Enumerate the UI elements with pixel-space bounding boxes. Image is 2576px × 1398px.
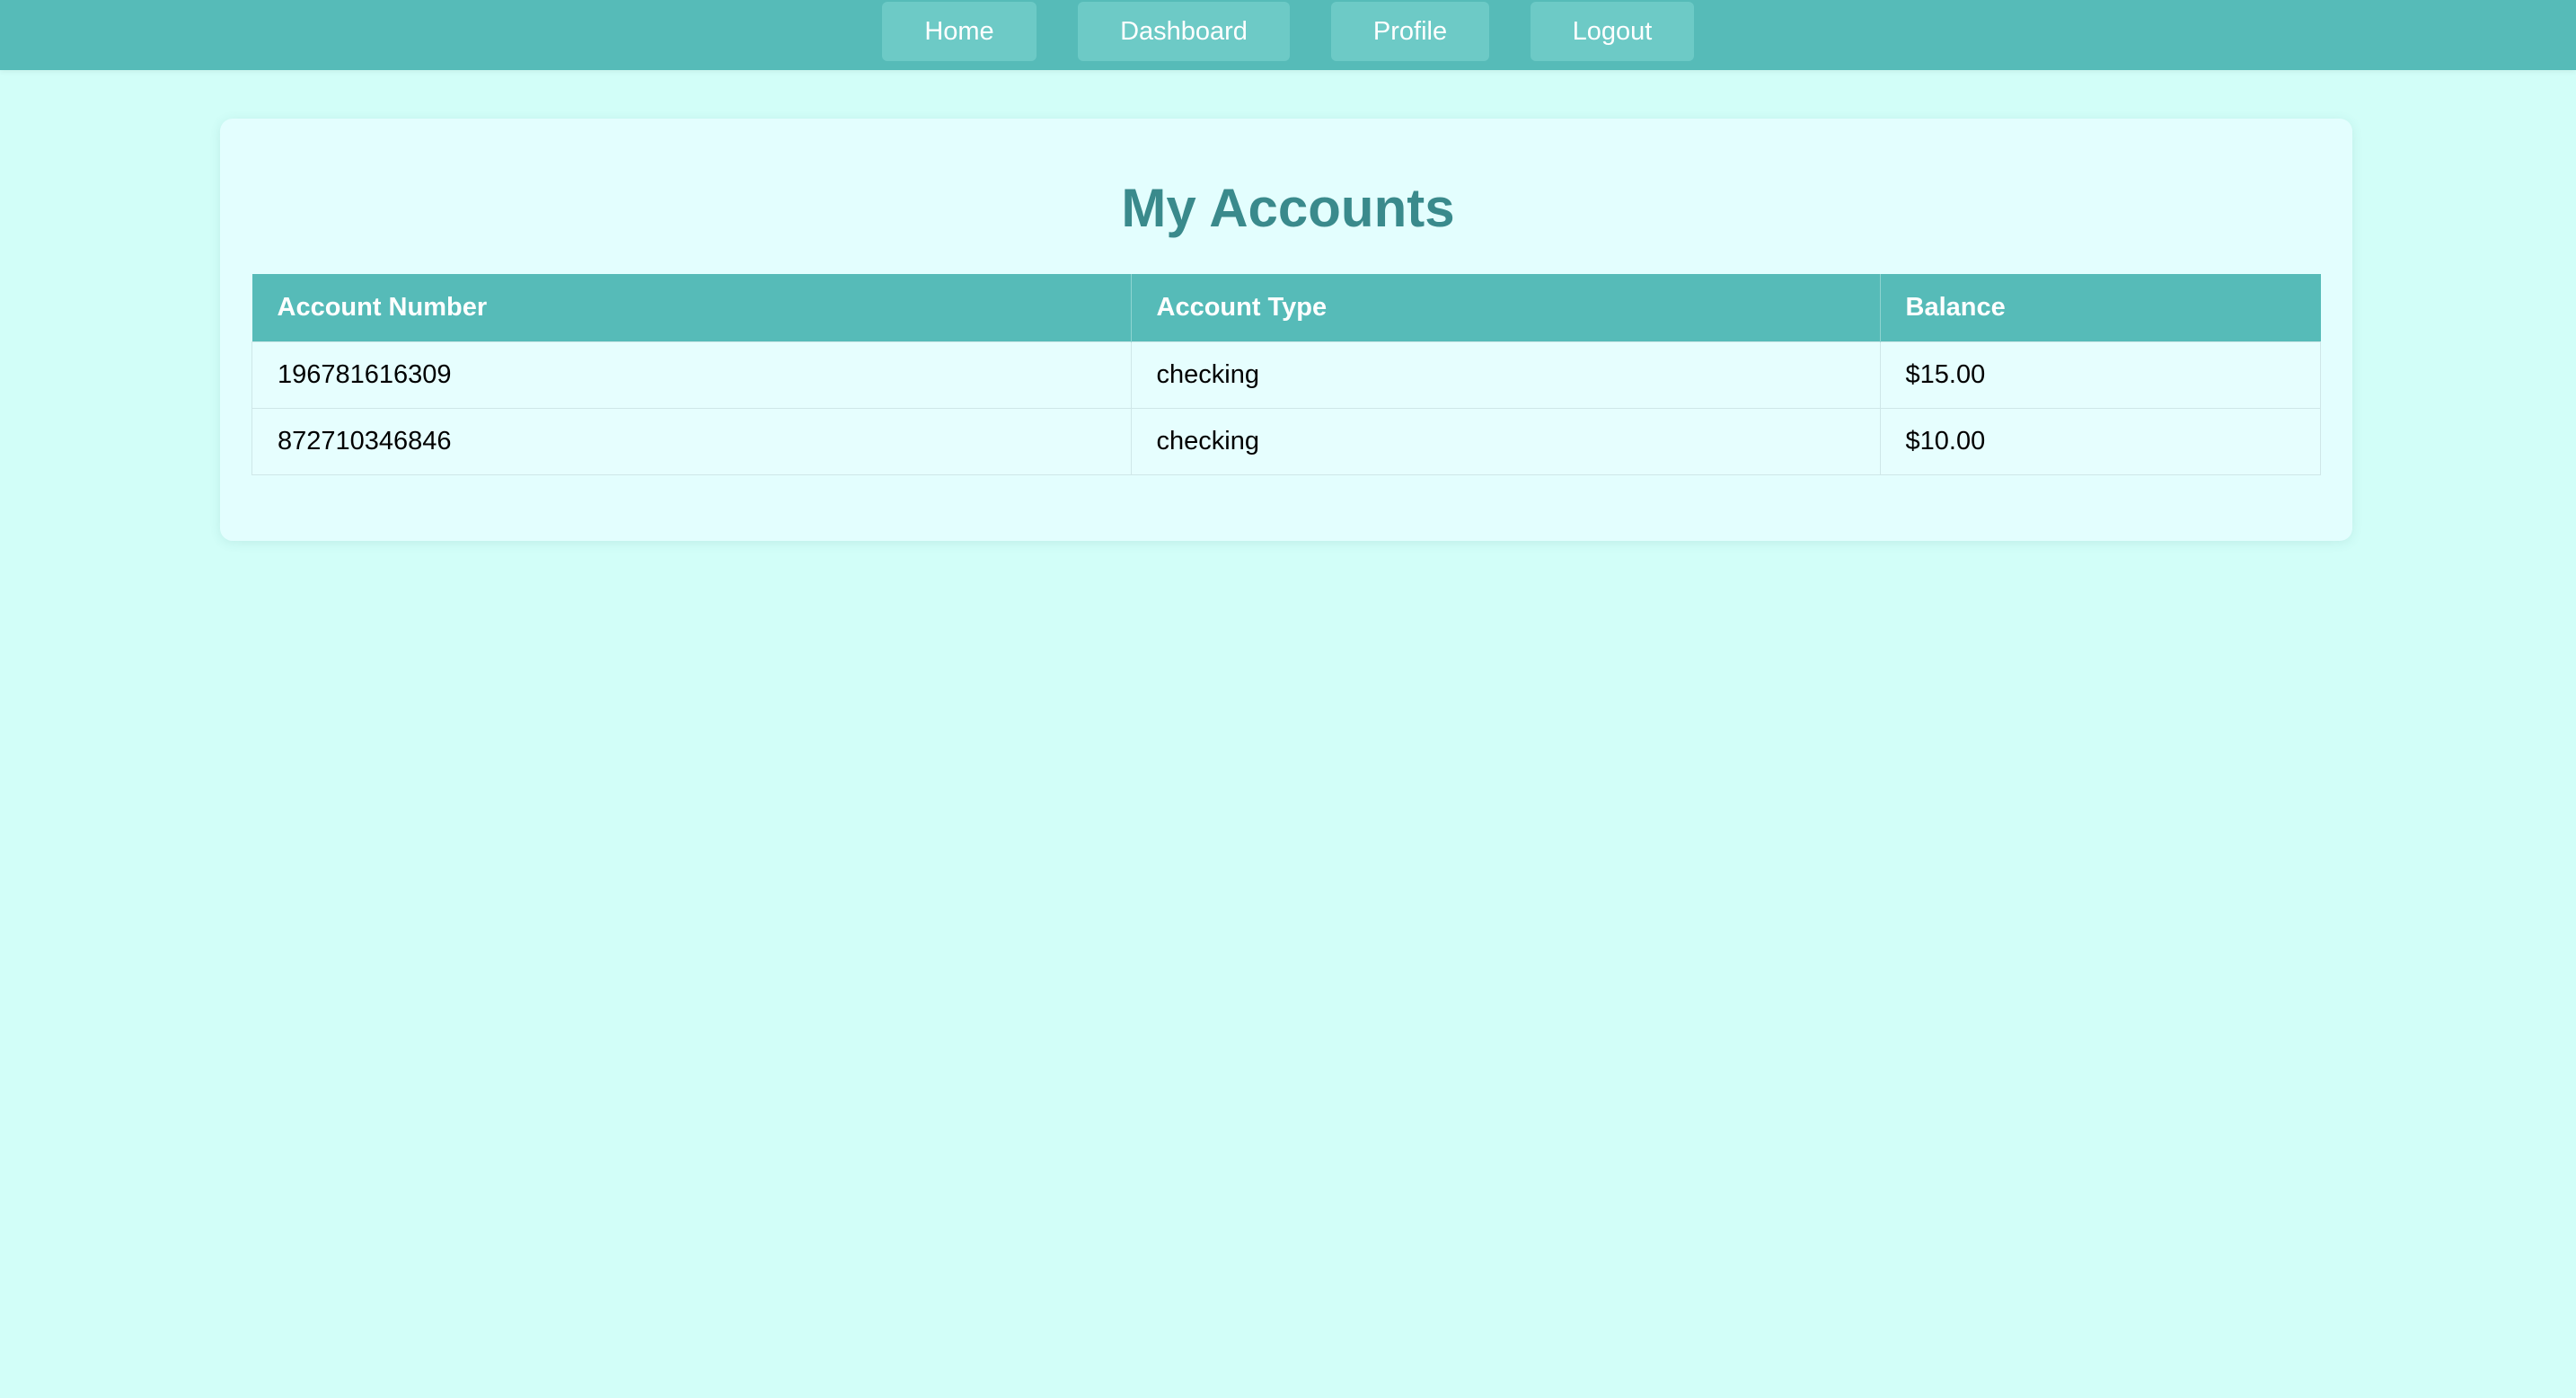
accounts-table: Account Number Account Type Balance 1967… [251, 274, 2321, 475]
page-title: My Accounts [1121, 178, 1455, 238]
column-header-balance: Balance [1880, 274, 2321, 342]
table-row: 872710346846 checking $10.00 [251, 408, 2321, 475]
account-type-cell: checking [1130, 341, 1881, 409]
nav-button-group: Home Dashboard Profile Logout [0, 2, 2576, 61]
profile-button[interactable]: Profile [1331, 2, 1489, 61]
account-type-cell: checking [1130, 408, 1881, 475]
account-number-cell: 196781616309 [251, 341, 1132, 409]
top-navbar: Home Dashboard Profile Logout [0, 0, 2576, 70]
account-number-cell: 872710346846 [251, 408, 1132, 475]
balance-cell: $10.00 [1879, 408, 2321, 475]
table-header-row: Account Number Account Type Balance [251, 274, 2321, 342]
column-header-account-type: Account Type [1131, 274, 1881, 342]
home-button[interactable]: Home [882, 2, 1037, 61]
table-header: Account Number Account Type Balance [251, 274, 2321, 342]
table-body: 196781616309 checking $15.00 87271034684… [251, 341, 2321, 475]
logout-button[interactable]: Logout [1531, 2, 1694, 61]
column-header-account-number: Account Number [251, 274, 1132, 342]
balance-cell: $15.00 [1879, 341, 2321, 409]
dashboard-button[interactable]: Dashboard [1078, 2, 1290, 61]
table-row: 196781616309 checking $15.00 [251, 341, 2321, 409]
